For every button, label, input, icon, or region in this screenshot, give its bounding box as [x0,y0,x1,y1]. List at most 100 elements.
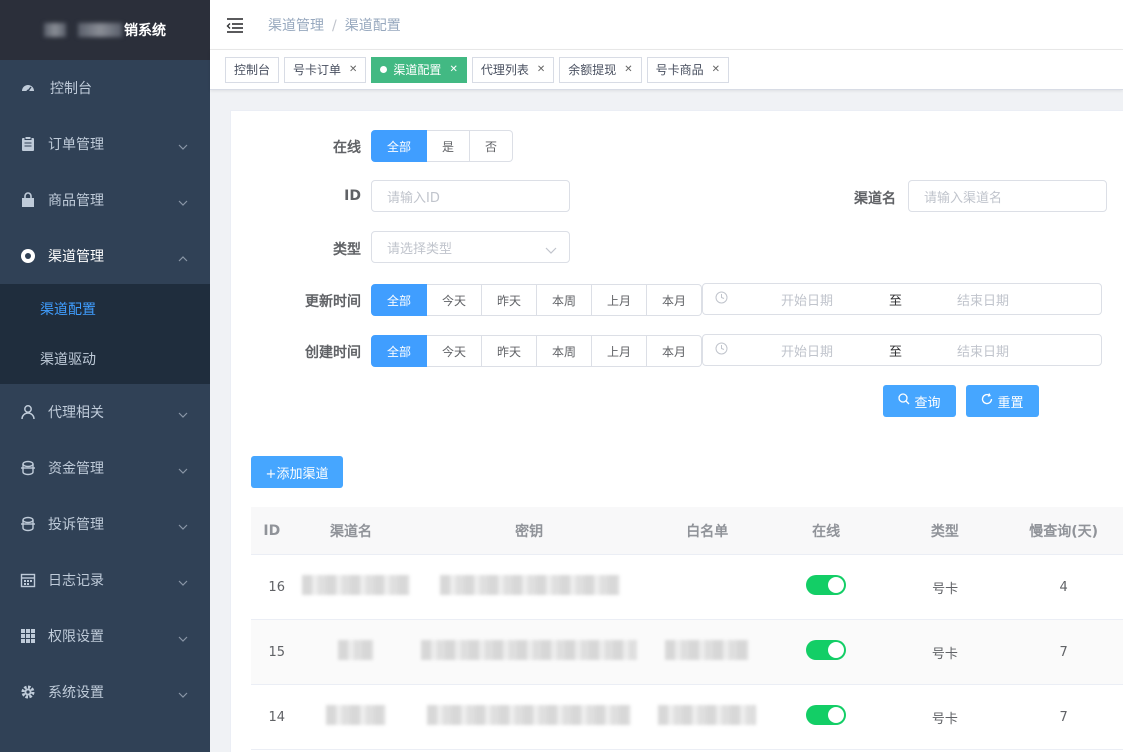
updated-option-last-month[interactable]: 上月 [592,284,647,316]
chevron-down-icon [545,243,557,258]
grid-icon [20,628,36,644]
active-dot [380,66,388,73]
column-header-name[interactable]: 渠道名 [293,521,410,541]
add-channel-button[interactable]: +添加渠道 [251,456,343,488]
cell-online [766,640,887,664]
table-row: 16 号卡 4 [251,555,1123,620]
query-button[interactable]: 查询 [883,385,956,417]
tag-label: 渠道配置 [393,62,442,77]
updated-start-date[interactable]: 开始日期 [781,290,833,309]
cell-whitelist-redacted [649,640,766,664]
updated-end-date[interactable]: 结束日期 [957,290,1009,309]
cell-type: 号卡 [932,581,959,597]
sidebar-item-label: 资金管理 [48,461,104,477]
close-icon[interactable]: ✕ [712,58,720,82]
id-input-placeholder: 请输入ID [387,190,440,206]
sidebar-item-finance[interactable]: 资金管理 [0,440,210,496]
close-icon[interactable]: ✕ [624,58,632,82]
logo-image [44,23,66,37]
tag-dashboard[interactable]: 控制台 [225,56,280,83]
close-icon[interactable]: ✕ [537,58,545,82]
breadcrumb-current: 渠道配置 [344,17,401,34]
cell-id: 14 [268,709,285,725]
tag-withdrawals[interactable]: 余额提现 ✕ [559,56,642,83]
id-input[interactable]: 请输入ID [371,180,570,212]
sidebar-item-agents[interactable]: 代理相关 [0,384,210,440]
channel-name-input[interactable]: 请输入渠道名 [908,180,1107,212]
sidebar-item-products[interactable]: 商品管理 [0,172,210,228]
gear-icon [20,684,36,700]
updated-option-all[interactable]: 全部 [371,284,427,316]
chevron-down-icon [178,574,188,590]
online-toggle[interactable] [806,640,847,660]
chevron-down-icon [178,518,188,534]
close-icon[interactable]: ✕ [349,58,357,82]
tag-agent-list[interactable]: 代理列表 ✕ [471,56,555,83]
cell-online [766,575,887,599]
query-button-label: 查询 [914,395,941,411]
clock-icon [715,342,728,359]
type-select-placeholder: 请选择类型 [387,241,453,257]
channel-table: ID 渠道名 密钥 白名单 在线 类型 慢查询(天) 16 号卡 4 15 号卡… [251,507,1123,750]
type-filter-label: 类型 [333,242,361,258]
updated-range-separator: 至 [889,293,903,309]
tag-channel-config[interactable]: 渠道配置 ✕ [371,56,467,83]
tag-card-products[interactable]: 号卡商品 ✕ [646,56,730,83]
cell-type: 号卡 [931,711,958,727]
online-option-no[interactable]: 否 [470,130,513,162]
created-option-yesterday[interactable]: 昨天 [482,335,537,367]
sidebar-item-dashboard[interactable]: 控制台 [0,60,210,116]
created-option-this-week[interactable]: 本周 [537,335,592,367]
column-header-online[interactable]: 在线 [766,521,887,541]
cell-slow-query: 7 [1059,644,1068,660]
sidebar-subitem-channel-driver[interactable]: 渠道驱动 [0,334,210,384]
cell-slow-query: 7 [1059,709,1068,725]
created-option-last-month[interactable]: 上月 [592,335,647,367]
sidebar-item-label: 代理相关 [48,405,104,421]
user-icon [20,404,36,420]
tag-card-orders[interactable]: 号卡订单 ✕ [284,56,367,83]
updated-date-range[interactable]: 开始日期 至 结束日期 [702,283,1102,315]
created-end-date[interactable]: 结束日期 [957,341,1009,360]
created-start-date[interactable]: 开始日期 [781,341,833,360]
created-option-today[interactable]: 今天 [427,335,482,367]
app-title: 销系统 [124,23,166,39]
sidebar-item-complaints[interactable]: 投诉管理 [0,496,210,552]
updated-option-yesterday[interactable]: 昨天 [482,284,537,316]
created-date-range[interactable]: 开始日期 至 结束日期 [702,334,1102,366]
type-select[interactable]: 请选择类型 [371,231,570,263]
created-option-all[interactable]: 全部 [371,335,427,367]
sidebar-item-settings[interactable]: 系统设置 [0,664,210,720]
logo[interactable]: 销系统 [0,0,210,60]
created-filter-group: 全部 今天 昨天 本周 上月 本月 [371,335,702,367]
cell-name-redacted [302,640,409,664]
sidebar-item-permissions[interactable]: 权限设置 [0,608,210,664]
created-option-this-month[interactable]: 本月 [647,335,702,367]
sidebar-item-logs[interactable]: 日志记录 [0,552,210,608]
cell-id: 15 [268,644,285,660]
sidebar-item-channels[interactable]: 渠道管理 [0,228,210,284]
dashboard-icon [20,80,36,96]
sidebar-item-orders[interactable]: 订单管理 [0,116,210,172]
online-toggle[interactable] [806,705,847,725]
sidebar-item-label: 订单管理 [48,137,104,153]
column-header-id[interactable]: ID [251,523,293,539]
tag-label: 余额提现 [568,62,617,77]
online-toggle[interactable] [806,575,847,595]
column-header-secret[interactable]: 密钥 [409,521,649,541]
updated-option-today[interactable]: 今天 [427,284,482,316]
close-icon[interactable]: ✕ [449,58,457,82]
menu-toggle-icon[interactable] [226,16,244,34]
sidebar-subitem-channel-config[interactable]: 渠道配置 [0,284,210,334]
online-option-yes[interactable]: 是 [427,130,470,162]
tag-label: 代理列表 [480,62,529,77]
updated-option-this-month[interactable]: 本月 [647,284,702,316]
updated-option-this-week[interactable]: 本周 [537,284,592,316]
reset-button[interactable]: 重置 [966,385,1039,417]
sidebar-item-label: 渠道管理 [48,249,104,265]
breadcrumb-parent[interactable]: 渠道管理 [268,18,324,34]
column-header-whitelist[interactable]: 白名单 [649,521,766,541]
column-header-type[interactable]: 类型 [886,521,1003,541]
online-option-all[interactable]: 全部 [371,130,427,162]
column-header-slow-query[interactable]: 慢查询(天) [1003,521,1123,541]
